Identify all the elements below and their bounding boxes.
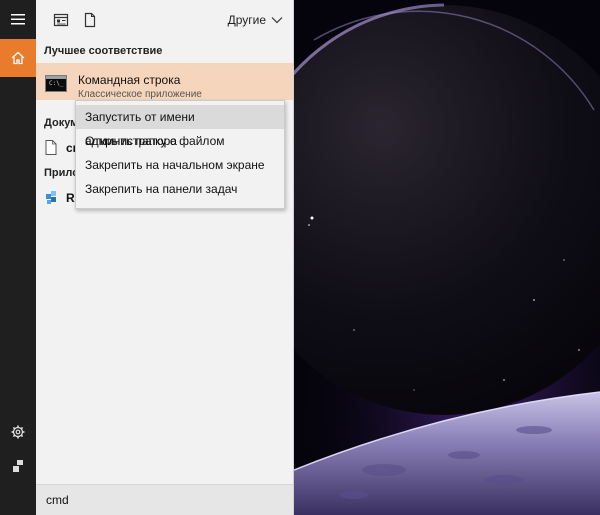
result-title: Командная строка [78, 73, 181, 87]
home-button[interactable] [0, 39, 36, 77]
document-icon[interactable] [82, 12, 98, 28]
result-subtitle: Классическое приложение [78, 89, 202, 100]
chevron-down-icon [271, 17, 283, 24]
planet-illustration [294, 0, 600, 515]
settings-button[interactable] [0, 418, 36, 446]
menu-item-open-file-location[interactable]: Открыть папку с файлом [76, 129, 284, 153]
start-rail [0, 0, 36, 515]
menu-item-pin-to-taskbar[interactable]: Закрепить на панели задач [76, 177, 284, 201]
other-filter-dropdown[interactable]: Другие [228, 13, 283, 27]
apps-icon[interactable] [53, 12, 69, 28]
file-icon [45, 140, 57, 155]
menu-item-run-as-admin[interactable]: Запустить от имени администратора [76, 105, 284, 148]
search-input[interactable] [44, 491, 278, 509]
user-icon [13, 460, 23, 472]
regedit-icon [46, 191, 56, 204]
search-box[interactable] [36, 484, 293, 515]
cmd-icon: C:\_ [45, 75, 67, 92]
home-icon [11, 51, 25, 65]
menu-button[interactable] [0, 0, 36, 38]
best-match-result[interactable]: C:\_ Командная строка Классическое прило… [36, 63, 293, 100]
apps-heading: Прило [44, 167, 79, 179]
search-results-panel: Другие Лучшее соответствие C:\_ Командна… [36, 0, 294, 515]
user-button[interactable] [0, 452, 36, 480]
desktop-wallpaper [294, 0, 600, 515]
context-menu: Запустить от имени администратора Открыт… [75, 100, 285, 209]
other-filter-label: Другие [227, 13, 266, 27]
documents-heading: Докум [44, 117, 79, 129]
best-match-heading: Лучшее соответствие [44, 45, 163, 57]
gear-icon [11, 425, 25, 439]
results-toolbar: Другие [36, 0, 293, 40]
menu-item-pin-to-start[interactable]: Закрепить на начальном экране [76, 153, 284, 177]
hamburger-icon [11, 13, 25, 24]
